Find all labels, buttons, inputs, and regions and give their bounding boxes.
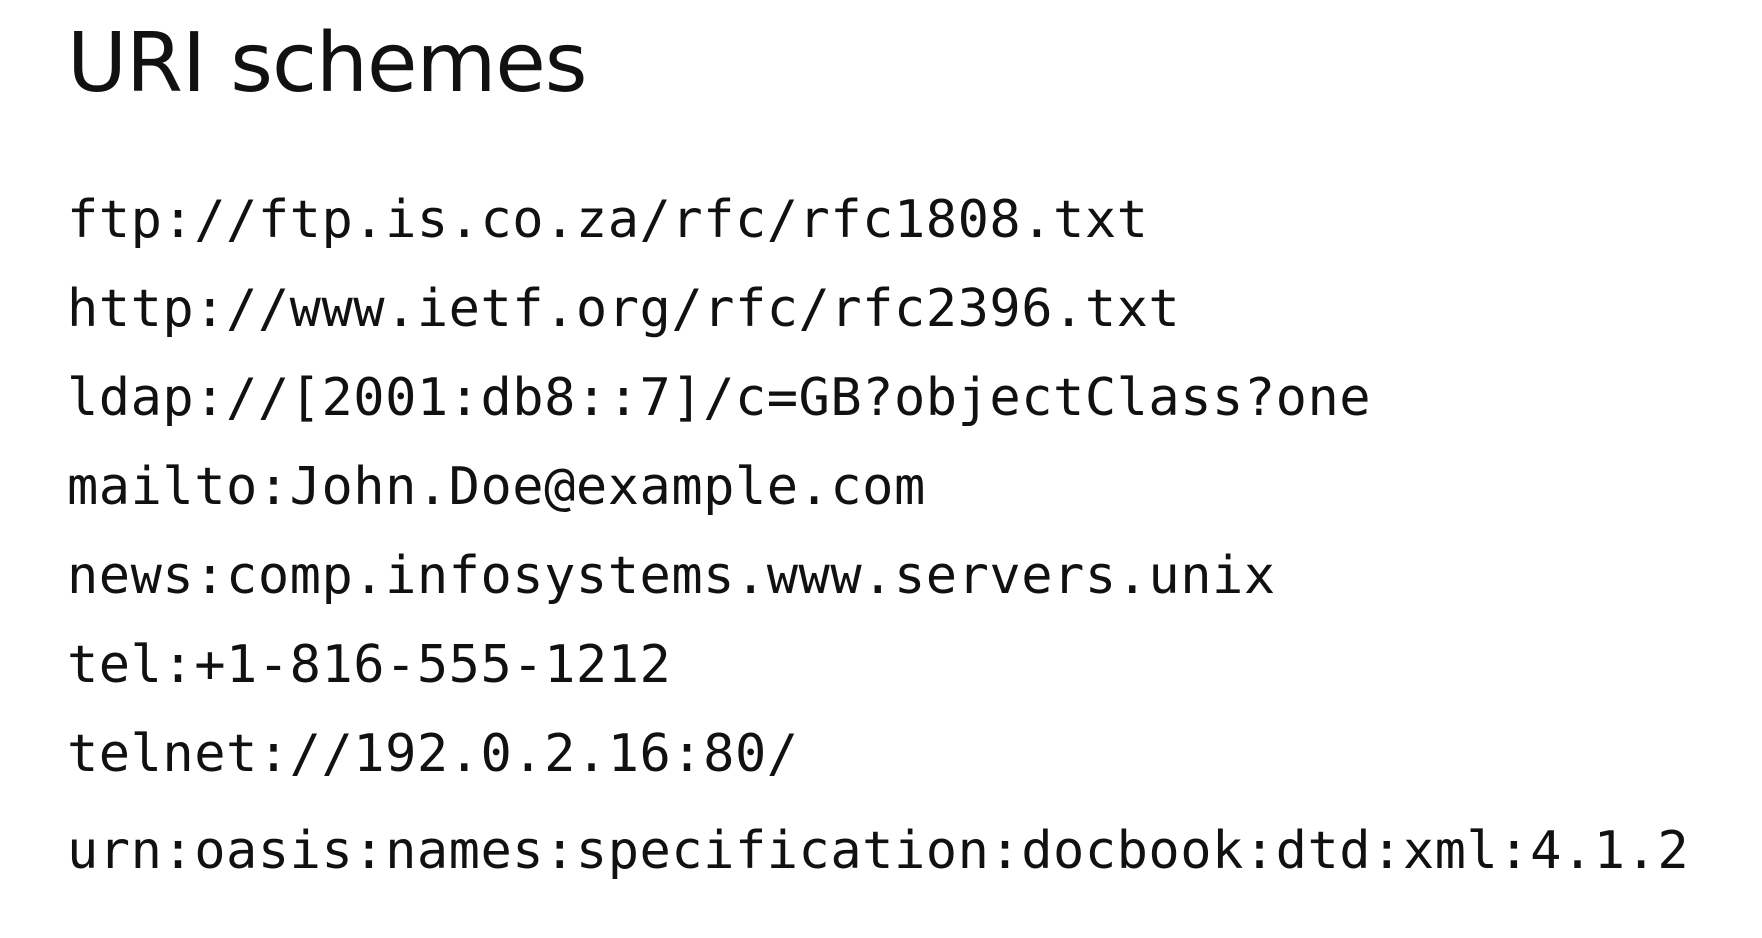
- uri-ldap: ldap://[2001:db8::7]/c=GB?objectClass?on…: [67, 368, 1372, 428]
- uri-ftp: ftp://ftp.is.co.za/rfc/rfc1808.txt: [67, 190, 1149, 250]
- uri-mailto: mailto:John.Doe@example.com: [67, 457, 926, 517]
- uri-http: http://www.ietf.org/rfc/rfc2396.txt: [67, 279, 1181, 339]
- slide: URI schemes ftp://ftp.is.co.za/rfc/rfc18…: [0, 0, 1762, 938]
- uri-tel: tel:+1-816-555-1212: [67, 635, 672, 695]
- uri-news: news:comp.infosystems.www.servers.unix: [67, 546, 1276, 606]
- slide-title: URI schemes: [67, 16, 588, 111]
- uri-telnet: telnet://192.0.2.16:80/: [67, 724, 799, 784]
- uri-urn: urn:oasis:names:specification:docbook:dt…: [67, 821, 1690, 881]
